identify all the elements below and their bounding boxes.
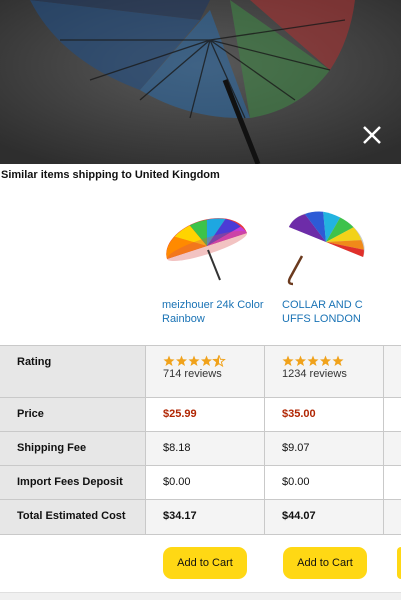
product-name-2[interactable]: COLLAR AND C UFFS LONDON [282, 298, 392, 326]
bottom-bar [0, 592, 401, 600]
close-button[interactable] [361, 124, 383, 146]
rating-cell-3 [384, 346, 401, 397]
star-icon [295, 355, 306, 366]
star-icon [282, 355, 294, 366]
star-icon [307, 355, 319, 366]
price-2: $35.00 [265, 398, 384, 431]
product-name-1[interactable]: meizhouer 24k Color Rainbow [162, 298, 272, 326]
star-icon [320, 355, 331, 366]
close-icon [363, 126, 381, 144]
shipping-fee-1: $8.18 [146, 432, 265, 465]
review-count-2[interactable]: 1234 reviews [282, 368, 383, 380]
star-rating-1 [163, 355, 226, 367]
review-count-1[interactable]: 714 reviews [163, 368, 264, 380]
row-label-import: Import Fees Deposit [0, 466, 146, 499]
total-cost-2: $44.07 [265, 500, 384, 534]
star-icon [188, 355, 200, 366]
product-image-2[interactable] [282, 206, 392, 286]
price-3 [384, 398, 401, 431]
star-rating-2 [282, 355, 344, 366]
row-label-shipping: Shipping Fee [0, 432, 146, 465]
shipping-fee-3 [384, 432, 401, 465]
product-card-2[interactable]: COLLAR AND C UFFS LONDON [282, 206, 392, 336]
star-icon [163, 355, 175, 366]
import-fees-3 [384, 466, 401, 499]
product-image-1[interactable] [162, 206, 272, 286]
row-label-rating: Rating [0, 346, 146, 397]
import-fees-2: $0.00 [265, 466, 384, 499]
star-icon [201, 355, 212, 366]
total-cost-3 [384, 500, 401, 534]
add-to-cart-button-3[interactable] [397, 547, 401, 579]
product-card-1[interactable]: meizhouer 24k Color Rainbow [162, 206, 272, 336]
table-row-import: Import Fees Deposit $0.00 $0.00 [0, 466, 401, 500]
price-1: $25.99 [146, 398, 265, 431]
row-label-price: Price [0, 398, 146, 431]
import-fees-1: $0.00 [146, 466, 265, 499]
add-to-cart-button-1[interactable]: Add to Cart [163, 547, 247, 579]
row-label-total: Total Estimated Cost [0, 500, 146, 534]
table-row-total: Total Estimated Cost $34.17 $44.07 [0, 500, 401, 535]
total-cost-1: $34.17 [146, 500, 265, 534]
rating-cell-1[interactable]: 714 reviews [146, 346, 265, 397]
table-row-rating: Rating 714 reviews 1234 reviews [0, 346, 401, 398]
section-title: Similar items shipping to United Kingdom [1, 169, 220, 181]
rating-cell-2[interactable]: 1234 reviews [265, 346, 384, 397]
star-icon [332, 355, 344, 366]
table-row-price: Price $25.99 $35.00 [0, 398, 401, 432]
comparison-table: Rating 714 reviews 1234 reviews Price $2… [0, 345, 401, 535]
shipping-fee-2: $9.07 [265, 432, 384, 465]
star-icon [176, 355, 187, 366]
hero-umbrella-image [0, 0, 401, 164]
table-row-shipping: Shipping Fee $8.18 $9.07 [0, 432, 401, 466]
add-to-cart-button-2[interactable]: Add to Cart [283, 547, 367, 579]
